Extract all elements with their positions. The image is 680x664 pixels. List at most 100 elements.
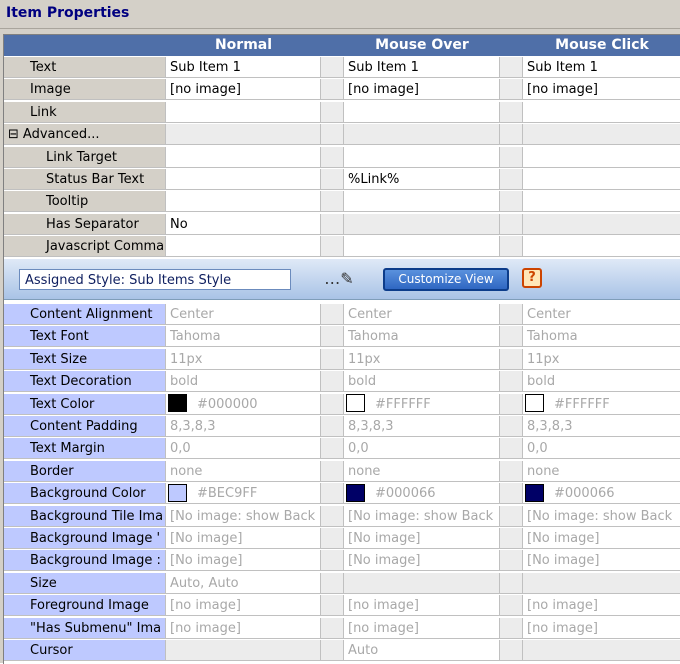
value-normal[interactable]: 8,3,8,3 — [166, 416, 321, 437]
value-text: [No image] — [527, 531, 600, 546]
value-mouse-over[interactable] — [344, 146, 500, 168]
style-row: Text Font Tahoma Tahoma Tahoma — [4, 326, 680, 348]
value-mouse-click[interactable]: #000066 — [523, 483, 680, 505]
value-mouse-over[interactable]: Sub Item 1 — [344, 57, 500, 78]
value-mouse-over[interactable]: 11px — [344, 348, 500, 370]
row-label-text: Background Tile Ima — [30, 508, 164, 524]
style-row: Content Padding 8,3,8,3 8,3,8,3 8,3,8,3 — [4, 416, 680, 438]
value-mouse-over[interactable]: Auto — [344, 640, 500, 661]
value-normal[interactable]: Auto, Auto — [166, 572, 321, 594]
value-normal[interactable]: bold — [166, 371, 321, 393]
value-normal[interactable] — [166, 191, 321, 213]
value-normal[interactable]: none — [166, 460, 321, 482]
value-mouse-click[interactable] — [523, 146, 680, 168]
customize-view-button[interactable]: Customize View — [383, 268, 509, 291]
row-label: "Has Submenu" Ima — [4, 617, 166, 639]
row-label-text: Background Color — [30, 486, 146, 502]
value-mouse-over[interactable] — [344, 236, 500, 258]
value-normal[interactable]: [no image] — [166, 617, 321, 639]
row-label: Content Padding — [4, 416, 166, 437]
value-mouse-click[interactable] — [523, 101, 680, 123]
value-mouse-click[interactable]: Sub Item 1 — [523, 57, 680, 78]
help-button[interactable]: ? — [522, 268, 542, 288]
color-swatch[interactable] — [168, 483, 187, 502]
row-label: ⊟ Advanced... — [4, 124, 166, 146]
value-text: #000066 — [375, 486, 436, 502]
value-mouse-over[interactable]: 8,3,8,3 — [344, 416, 500, 437]
value-normal[interactable] — [166, 169, 321, 190]
value-mouse-click[interactable]: [No image] — [523, 550, 680, 572]
value-normal[interactable]: #000000 — [166, 393, 321, 415]
value-mouse-over[interactable]: [no image] — [344, 595, 500, 617]
value-normal[interactable] — [166, 640, 321, 661]
row-label: Text Size — [4, 348, 166, 370]
value-mouse-over[interactable] — [344, 124, 500, 146]
value-normal[interactable]: Center — [166, 304, 321, 325]
value-mouse-click[interactable]: [No image] — [523, 528, 680, 549]
value-mouse-click[interactable]: 11px — [523, 348, 680, 370]
value-mouse-over[interactable] — [344, 101, 500, 123]
value-mouse-click[interactable]: [no image] — [523, 617, 680, 639]
value-normal[interactable]: [no image] — [166, 79, 321, 101]
color-swatch[interactable] — [525, 394, 544, 413]
value-normal[interactable]: Sub Item 1 — [166, 57, 321, 78]
value-mouse-click[interactable]: [no image] — [523, 595, 680, 617]
value-normal[interactable]: No — [166, 213, 321, 235]
color-swatch[interactable] — [168, 394, 187, 413]
collapse-icon[interactable]: ⊟ — [8, 127, 19, 142]
value-mouse-click[interactable] — [523, 191, 680, 213]
value-mouse-over[interactable]: [no image] — [344, 617, 500, 639]
value-mouse-click[interactable] — [523, 640, 680, 661]
value-normal[interactable] — [166, 146, 321, 168]
column-gap — [321, 169, 344, 190]
value-mouse-click[interactable]: [No image: show Back — [523, 505, 680, 527]
value-mouse-click[interactable] — [523, 124, 680, 146]
color-swatch[interactable] — [346, 394, 365, 413]
value-normal[interactable] — [166, 236, 321, 258]
value-mouse-over[interactable]: [No image] — [344, 528, 500, 549]
pencil-icon[interactable]: …✎ — [324, 268, 354, 290]
color-swatch[interactable] — [346, 483, 365, 502]
value-mouse-click[interactable] — [523, 572, 680, 594]
value-mouse-click[interactable]: Tahoma — [523, 326, 680, 348]
value-mouse-click[interactable]: bold — [523, 371, 680, 393]
value-mouse-over[interactable]: 0,0 — [344, 438, 500, 460]
value-mouse-click[interactable] — [523, 236, 680, 258]
value-mouse-over[interactable]: [No image: show Back — [344, 505, 500, 527]
value-normal[interactable]: #BEC9FF — [166, 483, 321, 505]
value-mouse-over[interactable]: none — [344, 460, 500, 482]
value-mouse-click[interactable]: #FFFFFF — [523, 393, 680, 415]
value-mouse-over[interactable]: bold — [344, 371, 500, 393]
value-mouse-over[interactable]: Tahoma — [344, 326, 500, 348]
value-mouse-click[interactable]: 0,0 — [523, 438, 680, 460]
value-mouse-over[interactable]: #FFFFFF — [344, 393, 500, 415]
value-mouse-click[interactable] — [523, 169, 680, 190]
value-mouse-click[interactable]: [no image] — [523, 79, 680, 101]
assigned-style-field[interactable]: Assigned Style: Sub Items Style — [19, 269, 291, 290]
value-normal[interactable]: Tahoma — [166, 326, 321, 348]
value-mouse-click[interactable]: none — [523, 460, 680, 482]
value-mouse-over[interactable]: #000066 — [344, 483, 500, 505]
value-mouse-over[interactable] — [344, 213, 500, 235]
row-label-text: Text Color — [30, 396, 95, 412]
column-header-normal: Normal — [166, 35, 322, 56]
value-normal[interactable]: [no image] — [166, 595, 321, 617]
value-mouse-over[interactable]: [No image] — [344, 550, 500, 572]
value-mouse-over[interactable] — [344, 572, 500, 594]
value-normal[interactable]: [No image: show Back — [166, 505, 321, 527]
value-mouse-click[interactable]: 8,3,8,3 — [523, 416, 680, 437]
value-mouse-over[interactable]: [no image] — [344, 79, 500, 101]
value-normal[interactable] — [166, 124, 321, 146]
value-normal[interactable] — [166, 101, 321, 123]
value-mouse-click[interactable] — [523, 213, 680, 235]
color-swatch[interactable] — [525, 483, 544, 502]
value-mouse-over[interactable]: Center — [344, 304, 500, 325]
value-mouse-over[interactable] — [344, 191, 500, 213]
value-normal[interactable]: [No image] — [166, 528, 321, 549]
value-normal[interactable]: 0,0 — [166, 438, 321, 460]
value-mouse-click[interactable]: Center — [523, 304, 680, 325]
value-mouse-over[interactable]: %Link% — [344, 169, 500, 190]
value-normal[interactable]: 11px — [166, 348, 321, 370]
row-label: Size — [4, 572, 166, 594]
value-normal[interactable]: [No image] — [166, 550, 321, 572]
